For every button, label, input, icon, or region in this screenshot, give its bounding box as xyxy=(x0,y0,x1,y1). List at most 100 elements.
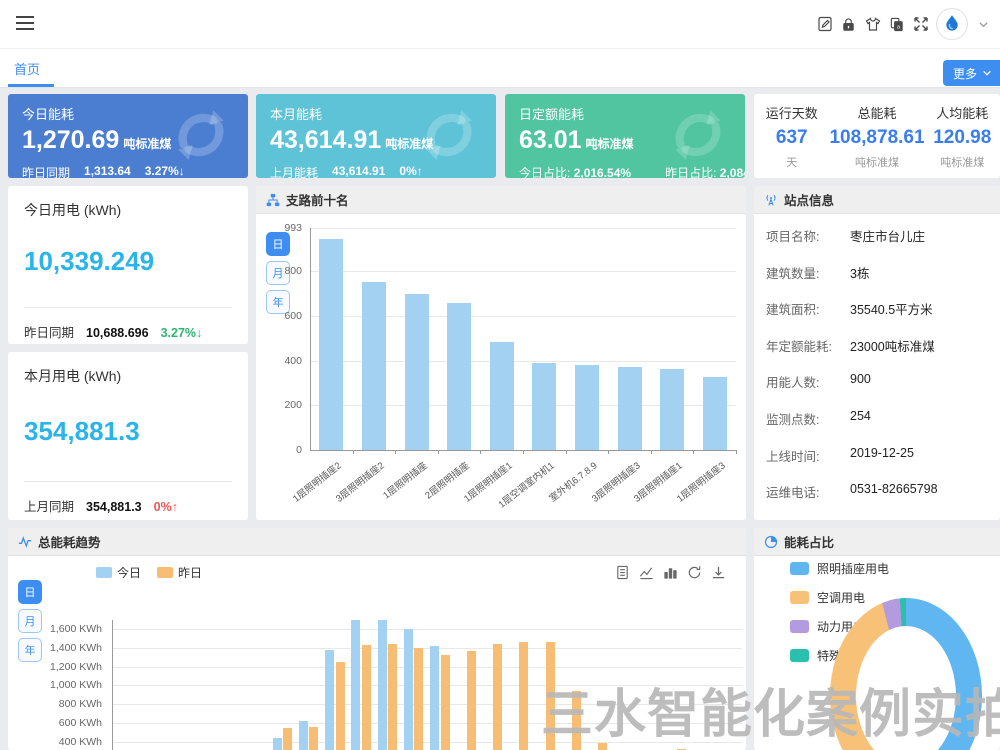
stat-unit: 吨标准煤 xyxy=(925,154,1000,170)
bar xyxy=(362,282,386,450)
x-axis-tick xyxy=(651,450,652,454)
summary-stats-panel: 运行天数637天总能耗108,878.61吨标准煤人均能耗120.98吨标准煤 xyxy=(754,94,1000,178)
x-axis-tick xyxy=(523,450,524,454)
bar-yesterday xyxy=(336,662,345,750)
edit-note-icon[interactable] xyxy=(816,16,833,33)
bar-yesterday xyxy=(388,644,397,750)
legend-swatch xyxy=(790,591,809,604)
gridline xyxy=(310,228,736,229)
branch-top10-panel: 支路前十名 日月年 02004006008009931层照明插座23层照明插座2… xyxy=(256,186,746,520)
y-axis-tick-label: 1,200 KWh xyxy=(8,661,102,673)
site-row-label: 运维电话: xyxy=(766,482,850,501)
bar-today xyxy=(273,738,282,750)
x-axis-tick xyxy=(693,450,694,454)
stat-label: 人均能耗 xyxy=(925,103,1000,122)
bar-yesterday xyxy=(283,728,292,750)
bar-yesterday xyxy=(467,651,476,750)
trend-bar-chart[interactable]: 200 KWh400 KWh600 KWh800 KWh1,000 KWh1,2… xyxy=(8,556,746,750)
site-info-row: 用能人数:900 xyxy=(766,372,990,391)
legend-item-照明插座用电[interactable]: 照明插座用电 xyxy=(790,560,889,577)
bar-yesterday xyxy=(519,642,528,750)
bar-yesterday xyxy=(546,642,555,750)
lock-icon[interactable] xyxy=(840,16,857,33)
tab-home[interactable]: 首页 xyxy=(14,59,40,78)
x-axis-tick xyxy=(736,450,737,454)
bar xyxy=(319,239,343,450)
usage-card-month: 本月用电 (kWh) 354,881.3 上月同期354,881.30%↑ xyxy=(8,352,248,520)
bar-yesterday xyxy=(309,727,318,750)
hamburger-icon[interactable] xyxy=(16,16,34,30)
gridline xyxy=(112,723,742,724)
panel-title: 支路前十名 xyxy=(286,190,349,209)
y-axis-tick-label: 400 KWh xyxy=(8,736,102,748)
usage-footer-value: 10,688.696 xyxy=(86,326,149,340)
y-axis-tick-label: 600 xyxy=(256,310,302,322)
panel-title: 能耗占比 xyxy=(784,532,834,551)
site-info-row: 建筑面积:35540.5平方米 xyxy=(766,299,990,318)
site-row-label: 用能人数: xyxy=(766,372,850,391)
divider xyxy=(24,307,232,308)
site-row-label: 上线时间: xyxy=(766,446,850,465)
site-row-value: 0531-82665798 xyxy=(850,482,938,501)
gridline xyxy=(310,271,736,272)
bar-yesterday xyxy=(441,655,450,750)
y-axis-tick-label: 600 KWh xyxy=(8,717,102,729)
documents-icon[interactable]: a xyxy=(888,16,905,33)
tab-active-underline xyxy=(8,84,54,87)
activity-icon xyxy=(18,535,32,549)
panel-title: 总能耗趋势 xyxy=(38,532,101,551)
x-axis-tick xyxy=(566,450,567,454)
recycle-icon xyxy=(416,102,482,168)
site-row-value: 35540.5平方米 xyxy=(850,299,933,318)
bar xyxy=(703,377,727,450)
y-axis-tick-label: 200 xyxy=(256,399,302,411)
site-row-value: 254 xyxy=(850,409,871,428)
kpi-card-month-energy: 本月能耗 43,614.91吨标准煤 上月能耗43,614.910%↑ xyxy=(256,94,496,178)
bar-today xyxy=(430,646,439,750)
stat-label: 总能耗 xyxy=(829,103,924,122)
branch-bar-chart[interactable]: 02004006008009931层照明插座23层照明插座21层照明插座2层照明… xyxy=(256,214,746,520)
user-avatar-water-drop[interactable] xyxy=(936,8,968,40)
stat-value: 120.98 xyxy=(925,127,1000,149)
antenna-icon xyxy=(764,193,778,207)
site-row-label: 项目名称: xyxy=(766,226,850,245)
usage-title: 本月用电 (kWh) xyxy=(24,366,232,386)
x-axis-tick xyxy=(480,450,481,454)
y-axis-tick-label: 993 xyxy=(256,222,302,234)
gridline xyxy=(112,667,742,668)
kpi-value: 63.01 xyxy=(519,126,582,154)
bar-yesterday xyxy=(572,691,581,750)
legend-swatch xyxy=(790,620,809,633)
chevron-down-icon xyxy=(982,68,992,78)
more-button-label: 更多 xyxy=(953,65,977,82)
y-axis-tick-label: 400 xyxy=(256,355,302,367)
bar-yesterday xyxy=(598,743,607,750)
chevron-down-icon[interactable] xyxy=(975,16,992,33)
bar-today xyxy=(325,650,334,750)
x-axis-tick xyxy=(608,450,609,454)
energy-trend-panel: 总能耗趋势 今日昨日 日月年 200 KWh400 KWh600 KWh800 … xyxy=(8,528,746,750)
y-axis-tick-label: 0 xyxy=(256,444,302,456)
y-axis-tick-label: 1,000 KWh xyxy=(8,679,102,691)
bar-today xyxy=(378,620,387,750)
panel-title: 站点信息 xyxy=(784,190,834,209)
site-info-row: 项目名称:枣庄市台儿庄 xyxy=(766,226,990,245)
stat-unit: 吨标准煤 xyxy=(829,154,924,170)
usage-card-today: 今日用电 (kWh) 10,339.249 昨日同期10,688.6963.27… xyxy=(8,186,248,344)
bar xyxy=(532,363,556,450)
site-info-row: 上线时间:2019-12-25 xyxy=(766,446,990,465)
usage-delta: 0%↑ xyxy=(154,500,178,514)
bar xyxy=(575,365,599,450)
bar xyxy=(660,369,684,450)
site-info-row: 运维电话:0531-82665798 xyxy=(766,482,990,501)
fullscreen-icon[interactable] xyxy=(912,16,929,33)
more-button[interactable]: 更多 xyxy=(943,60,1000,86)
tshirt-icon[interactable] xyxy=(864,16,881,33)
branch-icon xyxy=(266,193,280,207)
usage-delta: 3.27%↓ xyxy=(161,326,203,340)
gridline xyxy=(112,629,742,630)
summary-stat: 运行天数637天 xyxy=(754,94,829,178)
legend-item-空调用电[interactable]: 空调用电 xyxy=(790,589,865,606)
bar xyxy=(618,367,642,450)
site-info-row: 建筑数量:3栋 xyxy=(766,263,990,282)
